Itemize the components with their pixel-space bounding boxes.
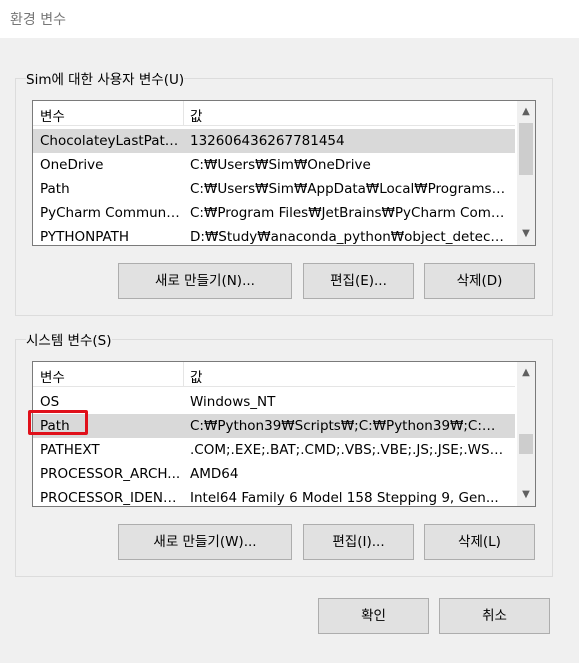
variable-value: Windows_NT — [190, 394, 276, 410]
system-delete-button[interactable]: 삭제(L) — [424, 524, 535, 560]
table-row[interactable]: PROCESSOR_IDENT... Intel64 Family 6 Mode… — [33, 486, 515, 506]
variable-name: OneDrive — [40, 157, 104, 173]
table-row[interactable]: Path C:₩Python39₩Scripts₩;C:₩Python39₩;C… — [33, 414, 515, 438]
user-edit-button[interactable]: 편집(E)... — [303, 263, 414, 299]
variable-value: C:₩Users₩Sim₩AppData₩Local₩Programs₩P... — [190, 181, 508, 197]
cancel-button[interactable]: 취소 — [439, 598, 550, 634]
variable-name: ChocolateyLastPath... — [40, 133, 182, 149]
variable-name: PyCharm Communi... — [40, 205, 182, 221]
system-variables-label: 시스템 변수(S) — [26, 329, 112, 349]
vertical-scrollbar[interactable]: ▲ ▼ — [517, 101, 535, 245]
table-row[interactable]: PATHEXT .COM;.EXE;.BAT;.CMD;.VBS;.VBE;.J… — [33, 438, 515, 462]
column-header-variable[interactable]: 변수 — [40, 105, 182, 125]
table-row[interactable]: OS Windows_NT — [33, 390, 515, 414]
variable-name: PYTHONPATH — [40, 229, 130, 245]
table-row[interactable]: ChocolateyLastPath... 132606436267781454 — [33, 129, 515, 153]
chevron-down-icon[interactable]: ▼ — [517, 486, 535, 504]
table-row[interactable]: Path C:₩Users₩Sim₩AppData₩Local₩Programs… — [33, 177, 515, 201]
variable-value: AMD64 — [190, 466, 239, 482]
list-header: 변수 값 — [33, 362, 515, 387]
column-header-value[interactable]: 값 — [190, 366, 508, 386]
variable-value: C:₩Users₩Sim₩OneDrive — [190, 157, 371, 173]
user-new-button[interactable]: 새로 만들기(N)... — [118, 263, 292, 299]
user-variables-list[interactable]: 변수 값 ChocolateyLastPath... 1326064362677… — [32, 100, 536, 246]
chevron-up-icon[interactable]: ▲ — [517, 103, 535, 121]
variable-name: PROCESSOR_IDENT... — [40, 490, 182, 506]
variable-name: PATHEXT — [40, 442, 100, 458]
ok-button[interactable]: 확인 — [318, 598, 429, 634]
chevron-up-icon[interactable]: ▲ — [517, 364, 535, 382]
path-highlight-box — [28, 410, 88, 435]
variable-value: D:₩Study₩anaconda_python₩object_detecti.… — [190, 229, 508, 245]
variable-value: 132606436267781454 — [190, 133, 345, 149]
list-header: 변수 값 — [33, 101, 515, 126]
scrollbar-thumb[interactable] — [519, 434, 533, 454]
chevron-down-icon[interactable]: ▼ — [517, 225, 535, 243]
system-variables-list[interactable]: 변수 값 OS Windows_NT Path C:₩Python39₩Scri… — [32, 361, 536, 507]
user-delete-button[interactable]: 삭제(D) — [424, 263, 535, 299]
variable-value: Intel64 Family 6 Model 158 Stepping 9, G… — [190, 490, 499, 506]
column-header-value[interactable]: 값 — [190, 105, 508, 125]
system-edit-button[interactable]: 편집(I)... — [303, 524, 414, 560]
variable-name: PROCESSOR_ARCH... — [40, 466, 181, 482]
title-bar: 환경 변수 — [0, 0, 579, 38]
vertical-scrollbar[interactable]: ▲ ▼ — [517, 362, 535, 506]
table-row[interactable]: PROCESSOR_ARCH... AMD64 — [33, 462, 515, 486]
system-new-button[interactable]: 새로 만들기(W)... — [118, 524, 292, 560]
table-row[interactable]: PyCharm Communi... C:₩Program Files₩JetB… — [33, 201, 515, 225]
variable-name: OS — [40, 394, 60, 410]
variable-value: C:₩Program Files₩JetBrains₩PyCharm Comm.… — [190, 205, 508, 221]
variable-name: Path — [40, 181, 70, 197]
variable-value: C:₩Python39₩Scripts₩;C:₩Python39₩;C:₩Pro… — [190, 418, 508, 434]
table-row[interactable]: PYTHONPATH D:₩Study₩anaconda_python₩obje… — [33, 225, 515, 245]
variable-value: .COM;.EXE;.BAT;.CMD;.VBS;.VBE;.JS;.JSE;.… — [190, 442, 508, 458]
table-row[interactable]: OneDrive C:₩Users₩Sim₩OneDrive — [33, 153, 515, 177]
column-header-variable[interactable]: 변수 — [40, 366, 182, 386]
user-variables-label: Sim에 대한 사용자 변수(U) — [26, 68, 185, 88]
scrollbar-thumb[interactable] — [519, 123, 533, 175]
window-title: 환경 변수 — [10, 12, 66, 28]
